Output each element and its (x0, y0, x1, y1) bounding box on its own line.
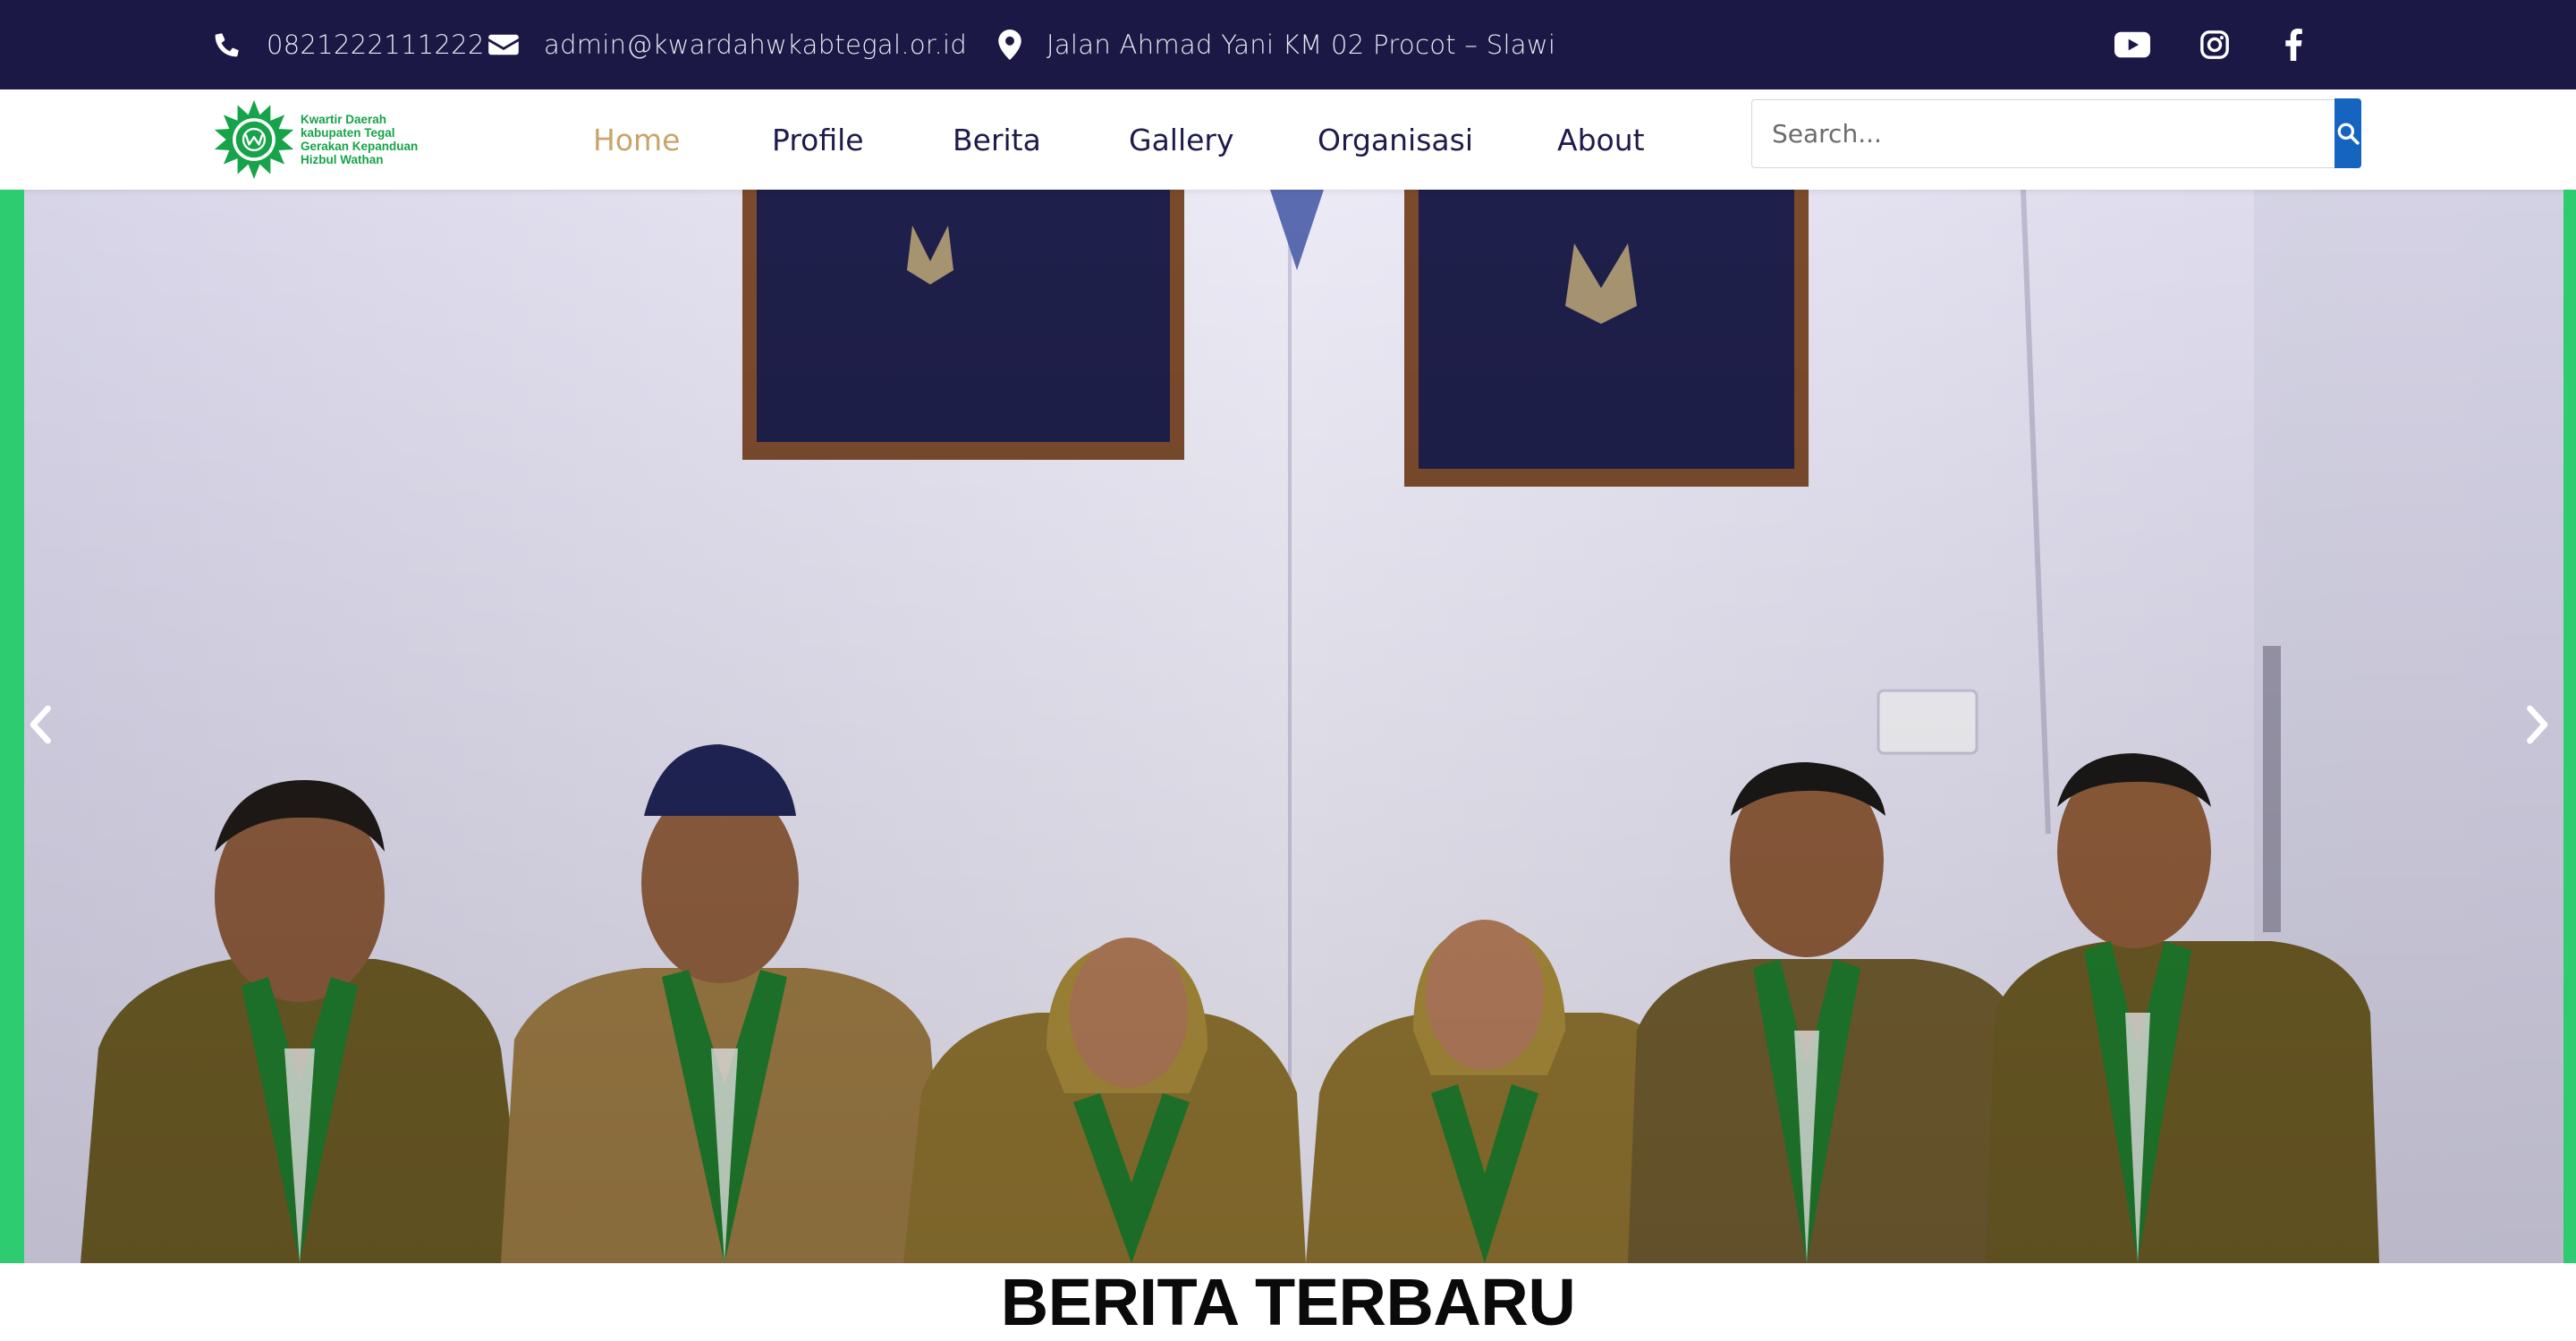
address-contact: Jalan Ahmad Yani KM 02 Procot – Slawi (998, 0, 1555, 89)
instagram-icon (2200, 30, 2229, 59)
logo-line-4: Hizbul Wathan (301, 153, 384, 166)
email-address: admin@kwardahwkabtegal.or.id (544, 30, 968, 60)
slider-prev-button[interactable] (14, 698, 68, 751)
slider-edge-right (2563, 190, 2576, 1263)
youtube-link[interactable] (2113, 0, 2152, 89)
phone-contact[interactable]: 0821222111222 (213, 0, 485, 89)
chevron-right-icon (2527, 705, 2548, 744)
search-box (1751, 99, 2361, 168)
hero-slider (0, 190, 2576, 1263)
top-contact-bar: 0821222111222 admin@kwardahwkabtegal.or.… (0, 0, 2576, 89)
facebook-link[interactable] (2277, 0, 2309, 89)
logo-line-2: kabupaten Tegal (301, 126, 395, 140)
phone-number: 0821222111222 (267, 30, 485, 60)
email-contact[interactable]: admin@kwardahwkabtegal.or.id (488, 0, 967, 89)
nav-item-profile[interactable]: Profile (772, 89, 864, 190)
logo-line-1: Kwartir Daerah (301, 113, 387, 126)
hizbul-wathan-emblem-icon (214, 99, 294, 180)
search-button[interactable] (2334, 98, 2361, 168)
logo-text: Kwartir Daerah kabupaten Tegal Gerakan K… (301, 113, 418, 166)
section-title-berita-terbaru: BERITA TERBARU (1000, 1265, 1576, 1339)
nav-item-organisasi[interactable]: Organisasi (1318, 89, 1473, 190)
facebook-icon (2285, 29, 2302, 61)
nav-item-about[interactable]: About (1557, 89, 1645, 190)
envelope-icon (488, 34, 519, 55)
phone-icon (215, 33, 239, 57)
nav-item-berita[interactable]: Berita (953, 89, 1041, 190)
chevron-left-icon (30, 705, 51, 744)
search-input[interactable] (1752, 100, 2334, 167)
map-pin-icon (998, 30, 1021, 60)
main-navbar: Kwartir Daerah kabupaten Tegal Gerakan K… (0, 89, 2576, 190)
search-icon (2337, 123, 2360, 145)
logo-line-3: Gerakan Kepanduan (301, 140, 419, 153)
instagram-link[interactable] (2195, 0, 2234, 89)
slide-photo (0, 190, 2576, 1263)
youtube-icon (2114, 31, 2150, 58)
nav-item-home[interactable]: Home (593, 89, 680, 190)
site-logo[interactable]: Kwartir Daerah kabupaten Tegal Gerakan K… (213, 97, 418, 182)
nav-item-gallery[interactable]: Gallery (1129, 89, 1234, 190)
slider-next-button[interactable] (2510, 698, 2563, 751)
address-text: Jalan Ahmad Yani KM 02 Procot – Slawi (1046, 30, 1556, 60)
